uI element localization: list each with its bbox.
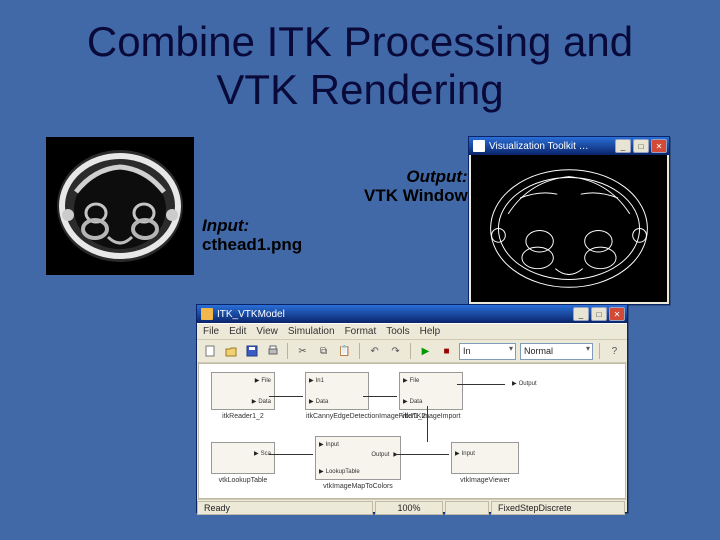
output-label-head: Output: [364,168,468,187]
toolbar: ✂ ⧉ 📋 ↶ ↷ ▶ ■ In Normal ? [197,340,627,363]
print-icon[interactable] [264,342,281,361]
input-label-body: cthead1.png [202,235,302,254]
node-map-colors[interactable]: Input LookupTable Output vtkImageMapToCo… [315,436,401,480]
model-titlebar[interactable]: ITK_VTKModel _ □ ✕ [197,305,627,323]
maximize-button[interactable]: □ [633,139,649,153]
statusbar: Ready 100% FixedStepDiscrete [197,499,627,516]
node-canny[interactable]: In1 Data itkCannyEdgeDetectionImageFilte… [305,372,369,410]
vtk-titlebar[interactable]: Visualization Toolkit … _ □ ✕ [469,137,669,155]
node-reader[interactable]: File Data itkReader1_2 [211,372,275,410]
node-viewer[interactable]: Input vtkImageViewer [451,442,519,474]
slide-title: Combine ITK Processing and VTK Rendering [0,18,720,115]
model-designer-window: ITK_VTKModel _ □ ✕ File Edit View Simula… [196,304,628,513]
title-line-1: Combine ITK Processing and [87,18,633,65]
menu-simulation[interactable]: Simulation [288,326,335,337]
model-canvas[interactable]: File Data itkReader1_2 In1 Data itkCanny… [198,363,626,499]
copy-icon[interactable]: ⧉ [315,342,332,361]
close-button[interactable]: ✕ [651,139,667,153]
node-export[interactable]: File Data vtkITKImageImport [399,372,463,410]
input-ct-image [46,137,194,275]
cut-icon[interactable]: ✂ [294,342,311,361]
wire [269,454,313,455]
node-output-port[interactable]: Output [509,376,569,402]
vtk-app-icon [473,140,485,152]
close-button[interactable]: ✕ [609,307,625,321]
minimize-button[interactable]: _ [573,307,589,321]
vtk-window-caption: Visualization Toolkit … [489,141,615,152]
toolbar-dropdown-1[interactable]: In [459,343,516,360]
node-label: vtkITKImageImport [400,413,462,420]
node-lookup-table[interactable]: Sca vtkLookupTable [211,442,275,474]
menu-file[interactable]: File [203,326,219,337]
status-spacer [445,501,489,515]
toolbar-separator [287,343,288,359]
toolbar-separator [599,343,600,359]
model-app-icon [201,308,213,320]
maximize-button[interactable]: □ [591,307,607,321]
node-label: vtkImageViewer [452,477,518,484]
toolbar-separator [410,343,411,359]
input-label: Input: cthead1.png [202,217,302,254]
stop-icon[interactable]: ■ [438,342,455,361]
menu-edit[interactable]: Edit [229,326,246,337]
redo-icon[interactable]: ↷ [387,342,404,361]
toolbar-dropdown-2[interactable]: Normal [520,343,593,360]
open-icon[interactable] [222,342,239,361]
wire [395,454,449,455]
input-label-head: Input: [202,216,249,235]
status-zoom: 100% [375,501,443,515]
menu-format[interactable]: Format [345,326,377,337]
wire [269,396,303,397]
vtk-render-area[interactable] [471,155,667,302]
wire [427,406,428,442]
paste-icon[interactable]: 📋 [336,342,353,361]
menu-tools[interactable]: Tools [386,326,409,337]
new-icon[interactable] [201,342,218,361]
node-label: vtkLookupTable [212,477,274,484]
undo-icon[interactable]: ↶ [366,342,383,361]
model-window-caption: ITK_VTKModel [217,309,573,320]
status-mode: FixedStepDiscrete [491,501,625,515]
toolbar-separator [359,343,360,359]
wire [363,396,397,397]
output-label: Output: VTK Window [364,168,468,205]
output-label-body: VTK Window [364,186,468,205]
menubar: File Edit View Simulation Format Tools H… [197,323,627,340]
status-ready: Ready [197,501,373,515]
node-label: itkReader1_2 [212,413,274,420]
menu-view[interactable]: View [256,326,278,337]
help-icon[interactable]: ? [606,342,623,361]
title-line-2: VTK Rendering [216,66,503,113]
minimize-button[interactable]: _ [615,139,631,153]
save-icon[interactable] [243,342,260,361]
run-icon[interactable]: ▶ [417,342,434,361]
wire [457,384,505,385]
menu-help[interactable]: Help [420,326,441,337]
node-label: itkCannyEdgeDetectionImageFilter1_2 [306,413,368,420]
node-label: vtkImageMapToColors [316,483,400,490]
vtk-output-window: Visualization Toolkit … _ □ ✕ [468,136,670,305]
